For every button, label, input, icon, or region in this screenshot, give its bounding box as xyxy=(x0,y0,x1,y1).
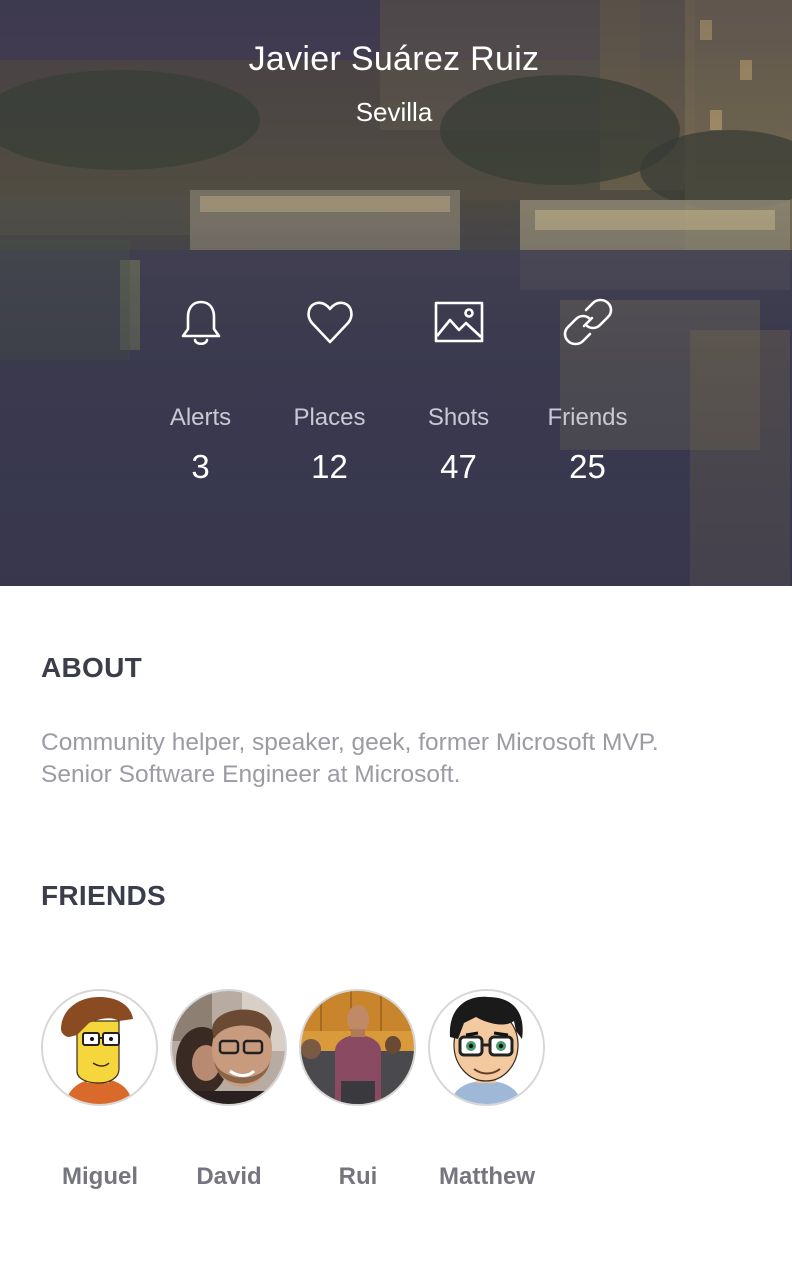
stat-friends-value: 25 xyxy=(569,448,606,485)
stat-places[interactable]: Places 12 xyxy=(265,292,394,502)
friend-name: David xyxy=(196,1163,262,1190)
stat-shots-value: 47 xyxy=(440,448,477,485)
stat-alerts[interactable]: Alerts 3 xyxy=(136,292,265,502)
stats-row: Alerts 3 Places 12 Shots 47 Friends 25 xyxy=(136,292,652,502)
stat-alerts-label: Alerts xyxy=(169,404,232,431)
about-title: ABOUT xyxy=(41,652,143,683)
about-text: Community helper, speaker, geek, former … xyxy=(41,727,761,791)
friend-name: Rui xyxy=(338,1163,378,1190)
avatar[interactable] xyxy=(41,989,158,1106)
about-line: Senior Software Engineer at Microsoft. xyxy=(41,761,461,788)
image-icon xyxy=(433,296,485,348)
avatar[interactable] xyxy=(428,989,545,1106)
profile-name: Javier Suárez Ruiz xyxy=(248,40,540,78)
stat-friends-label: Friends xyxy=(547,404,628,431)
friend-item-david[interactable]: David xyxy=(170,989,288,1199)
stat-friends[interactable]: Friends 25 xyxy=(523,292,652,502)
stat-places-value: 12 xyxy=(311,448,348,485)
heart-icon xyxy=(304,296,356,348)
stat-shots[interactable]: Shots 47 xyxy=(394,292,523,502)
friends-list: Miguel David Rui Matthew xyxy=(41,989,561,1199)
friends-title: FRIENDS xyxy=(41,880,166,911)
friend-name: Matthew xyxy=(439,1163,535,1190)
avatar[interactable] xyxy=(299,989,416,1106)
friend-item-matthew[interactable]: Matthew xyxy=(428,989,546,1199)
friend-item-rui[interactable]: Rui xyxy=(299,989,417,1199)
profile-city: Sevilla xyxy=(355,97,433,127)
bell-icon xyxy=(175,296,227,348)
profile-header: Javier Suárez Ruiz Sevilla Alerts 3 Plac… xyxy=(0,0,792,586)
friend-item-miguel[interactable]: Miguel xyxy=(41,989,159,1199)
avatar[interactable] xyxy=(170,989,287,1106)
stat-shots-label: Shots xyxy=(427,404,490,431)
link-icon xyxy=(562,296,614,348)
stat-places-label: Places xyxy=(293,404,366,431)
about-line: Community helper, speaker, geek, former … xyxy=(41,729,659,756)
friend-name: Miguel xyxy=(62,1163,138,1190)
stat-alerts-value: 3 xyxy=(191,448,210,485)
